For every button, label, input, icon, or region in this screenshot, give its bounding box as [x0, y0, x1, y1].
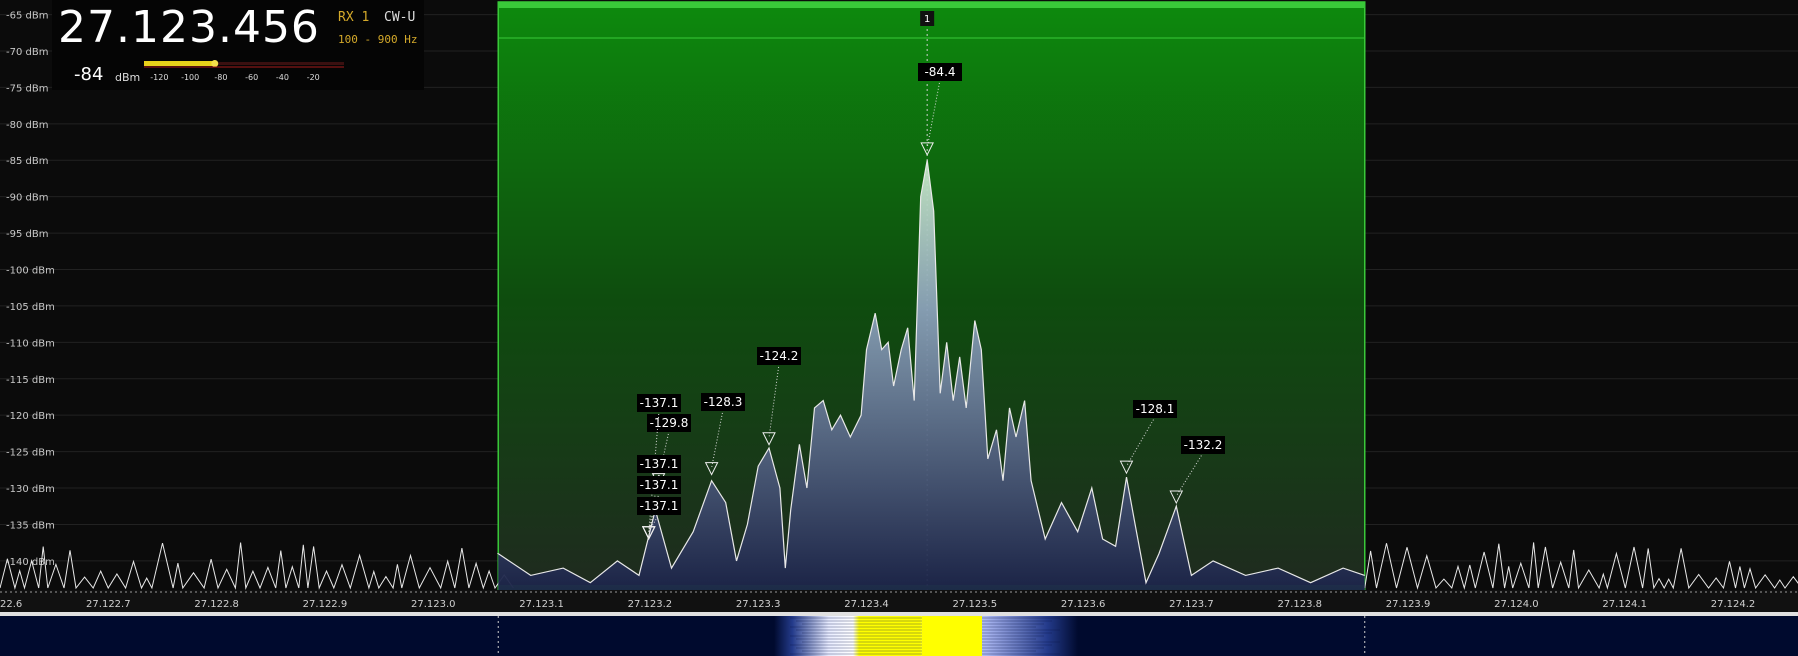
frequency-axis-label: 27.124.0	[1494, 599, 1539, 610]
frequency-axis-label: 27.123.5	[953, 599, 998, 610]
y-axis-label: -105 dBm	[6, 302, 55, 313]
frequency-axis-label: 27.124.1	[1602, 599, 1647, 610]
y-axis-label: -100 dBm	[6, 266, 55, 277]
y-axis-label: -85 dBm	[6, 156, 48, 167]
signal-level-unit: dBm	[115, 71, 141, 84]
frequency-axis-label: 27.123.8	[1277, 599, 1322, 610]
peak-label: -137.1	[640, 499, 679, 513]
y-axis-label: -130 dBm	[6, 484, 55, 495]
frequency-axis-label: 27.122.8	[194, 599, 239, 610]
receiver-label[interactable]: RX 1	[338, 10, 369, 25]
passband-top-bar[interactable]	[498, 2, 1365, 8]
spectrum-display[interactable]: -65 dBm -70 dBm -75 dBm -80 dBm -85 dBm -90 d…	[0, 0, 1798, 656]
s-meter-bar	[144, 61, 215, 66]
peak-label: -128.1	[1136, 402, 1175, 416]
y-axis-label: -75 dBm	[6, 83, 48, 94]
s-meter-scale-label: -120	[150, 73, 168, 82]
y-axis-label: -70 dBm	[6, 47, 48, 58]
s-meter-scale-label: -20	[307, 73, 320, 82]
y-axis-label: -115 dBm	[6, 375, 55, 386]
peak-label: -137.1	[640, 457, 679, 471]
frequency-axis-label: 27.122.6	[0, 599, 22, 610]
y-axis-label: -90 dBm	[6, 193, 48, 204]
frequency-axis-label: 27.123.3	[736, 599, 781, 610]
s-meter-scale-label: -80	[214, 73, 227, 82]
peak-label: -129.8	[650, 416, 689, 430]
y-axis-label: -95 dBm	[6, 229, 48, 240]
s-meter: -120 -100 -80 -60 -40 -20	[144, 60, 344, 82]
frequency-axis-label: 27.123.0	[411, 599, 456, 610]
peak-label: -137.1	[640, 478, 679, 492]
peak-label: -124.2	[760, 349, 799, 363]
y-axis-label: -120 dBm	[6, 411, 55, 422]
peak-label: -128.3	[704, 395, 743, 409]
y-axis-label: -65 dBm	[6, 11, 48, 22]
y-axis-label: -135 dBm	[6, 520, 55, 531]
peak-label: -137.1	[640, 396, 679, 410]
frequency-axis-label: 27.122.9	[303, 599, 348, 610]
vfo-frequency[interactable]: 27.123.456	[58, 2, 320, 53]
y-axis-label: -110 dBm	[6, 338, 55, 349]
signal-level-value: -84	[74, 64, 104, 85]
frequency-axis-label: 27.123.1	[519, 599, 564, 610]
frequency-axis-label: 27.124.2	[1711, 599, 1756, 610]
frequency-axis-label: 27.122.7	[86, 599, 131, 610]
peak-label: -84.4	[924, 65, 955, 79]
s-meter-scale-label: -100	[181, 73, 199, 82]
frequency-axis-label: 27.123.9	[1386, 599, 1431, 610]
frequency-axis[interactable]: 27.122.6 27.122.7 27.122.8 27.122.9 27.123.0…	[0, 590, 1798, 616]
s-meter-thumb	[211, 60, 219, 67]
frequency-axis-label: 27.123.4	[844, 599, 889, 610]
frequency-axis-label: 27.123.7	[1169, 599, 1214, 610]
frequency-axis-label: 27.123.2	[628, 599, 673, 610]
waterfall-separator	[0, 612, 1798, 616]
peak-label: -132.2	[1184, 438, 1223, 452]
mode-label[interactable]: CW-U	[384, 10, 415, 25]
s-meter-scale-label: -40	[276, 73, 289, 82]
y-axis-label: -125 dBm	[6, 448, 55, 459]
s-meter-scale-label: -60	[245, 73, 258, 82]
frequency-axis-label: 27.123.6	[1061, 599, 1106, 610]
filter-bandwidth[interactable]: 100 - 900 Hz	[338, 33, 417, 46]
waterfall[interactable]	[0, 616, 1798, 656]
y-axis-label: -80 dBm	[6, 120, 48, 131]
waterfall-carrier	[922, 616, 982, 656]
passband-marker-label: 1	[924, 14, 930, 25]
